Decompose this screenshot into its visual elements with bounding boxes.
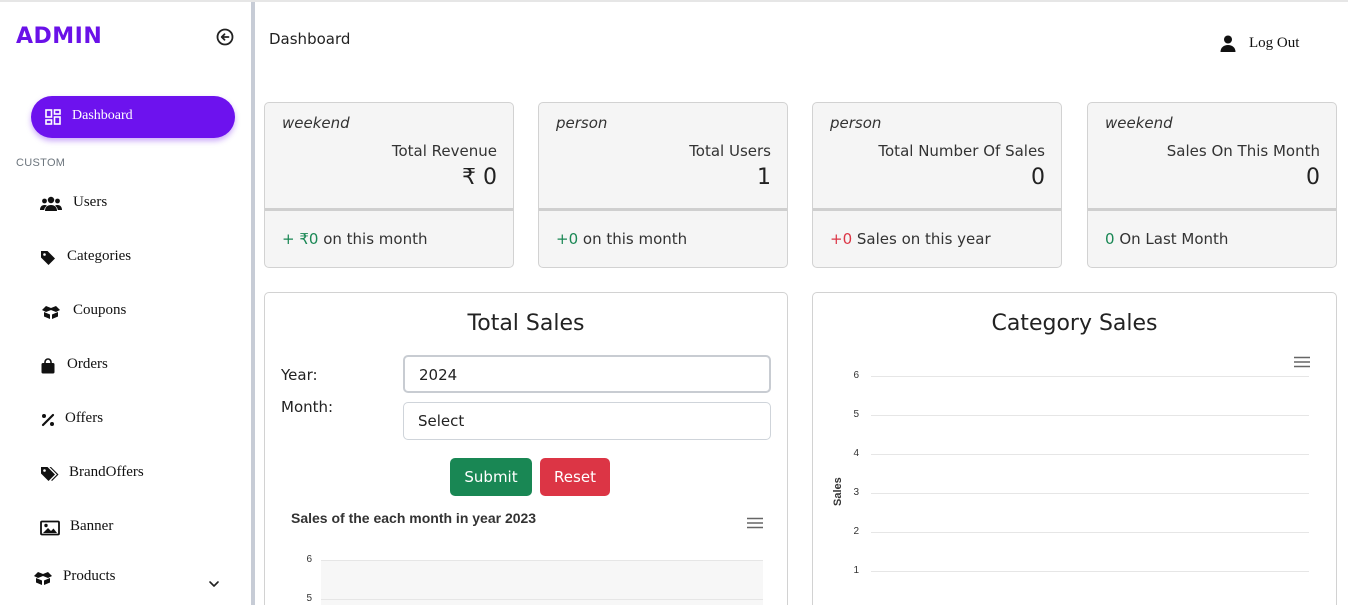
stat-card-total-revenue: weekend Total Revenue ₹ 0 + ₹0 on this m… [264,102,514,268]
sidebar: ADMIN Dashboard CUSTOM Users Categories … [0,2,251,605]
user-icon [1220,35,1236,52]
stat-card-footer-text: On Last Month [1114,230,1229,248]
weekend-icon: weekend [282,114,350,132]
person-icon: person [556,114,608,132]
sidebar-item-label: Dashboard [72,108,133,123]
y-tick-label: 6 [306,554,312,565]
stat-card-change: 0 [1105,230,1115,248]
stat-card-value: 0 [1306,165,1320,190]
stat-card-divider [539,208,787,211]
stat-card-sales-this-month: weekend Sales On This Month 0 0 On Last … [1087,102,1337,268]
sidebar-item-label: Categories [67,248,132,264]
stat-card-total-users: person Total Users 1 +0 on this month [538,102,788,268]
month-select[interactable]: Select [403,402,771,440]
chevron-down-icon[interactable] [208,574,220,587]
stat-card-change: +0 [556,230,579,248]
chart-gridline [321,599,763,600]
stat-card-footer-text: on this month [318,230,428,248]
sidebar-divider[interactable] [251,2,255,605]
stat-card-category: Total Number Of Sales [878,142,1045,160]
page-title: Dashboard [269,30,351,48]
category-sales-panel: Category Sales 6 5 4 3 2 1 [812,292,1337,605]
dashboard-grid-icon [45,109,61,125]
panel-title: Category Sales [991,311,1158,336]
sidebar-item-label: Banner [70,518,114,534]
stat-card-category: Total Revenue [391,142,497,160]
tags-icon [40,466,60,482]
image-icon [40,520,60,536]
chart-gridline [871,532,1309,533]
logout-label: Log Out [1249,35,1300,51]
stat-card-footer-text: on this month [578,230,688,248]
stat-card-value: 0 [1031,165,1045,190]
sidebar-item-label: Users [73,194,108,210]
weekend-icon: weekend [1105,114,1173,132]
stat-card-footer: +0 on this month [556,230,687,248]
stat-card-change: +0 [830,230,853,248]
y-axis-label: Sales [832,477,844,506]
sidebar-item-label: Coupons [73,302,127,318]
y-tick-label: 1 [853,565,859,576]
chart-menu-icon[interactable] [747,514,763,529]
chart-gridline [321,560,763,561]
stat-card-footer: +0 Sales on this year [830,230,991,248]
chart-title: Sales of the each month in year 2023 [291,510,537,526]
chart-gridline [871,376,1309,377]
stat-card-value: 1 [757,165,771,190]
stat-card-divider [265,208,513,211]
shopping-bag-icon [40,358,60,374]
year-label: Year: [281,366,318,384]
submit-button[interactable]: Submit [450,458,532,496]
stat-card-total-sales: person Total Number Of Sales 0 +0 Sales … [812,102,1062,268]
chart-gridline [871,415,1309,416]
stat-card-divider [1088,208,1336,211]
box-icon [40,304,60,320]
users-icon [40,196,62,212]
panel-title: Total Sales [467,311,585,336]
sidebar-item-label: Orders [67,356,108,372]
section-label-custom: CUSTOM [16,157,66,169]
chart-gridline [871,571,1309,572]
box-icon [32,570,52,586]
y-tick-label: 5 [853,409,859,420]
stat-card-change: + ₹0 [282,230,319,248]
stat-card-category: Sales On This Month [1166,142,1320,160]
total-sales-panel: Total Sales Year: 2024 Month: Select Sub… [264,292,788,605]
tag-icon [40,250,60,266]
stat-card-footer-text: Sales on this year [852,230,991,248]
stat-card-category: Total Users [689,142,771,160]
chart-menu-icon[interactable] [1294,353,1310,368]
person-icon: person [830,114,882,132]
chart-gridline [871,493,1309,494]
chart-gridline [871,454,1309,455]
y-tick-label: 2 [853,526,859,537]
y-tick-label: 4 [853,448,859,459]
y-tick-label: 6 [853,370,859,381]
stat-card-divider [813,208,1061,211]
sidebar-item-label: Products [63,568,116,584]
sidebar-item-label: BrandOffers [69,464,144,480]
collapse-sidebar-icon[interactable] [215,27,235,47]
y-tick-label: 5 [306,593,312,604]
reset-button[interactable]: Reset [540,458,610,496]
percent-icon [40,412,60,428]
stat-card-footer: + ₹0 on this month [282,230,427,248]
sidebar-item-dashboard[interactable]: Dashboard [31,96,235,138]
sidebar-item-label: Offers [65,410,104,426]
stat-card-footer: 0 On Last Month [1105,230,1228,248]
stat-card-value: ₹ 0 [462,165,497,190]
year-input[interactable]: 2024 [403,355,771,393]
brand-logo[interactable]: ADMIN [16,24,102,49]
month-label: Month: [281,398,334,416]
